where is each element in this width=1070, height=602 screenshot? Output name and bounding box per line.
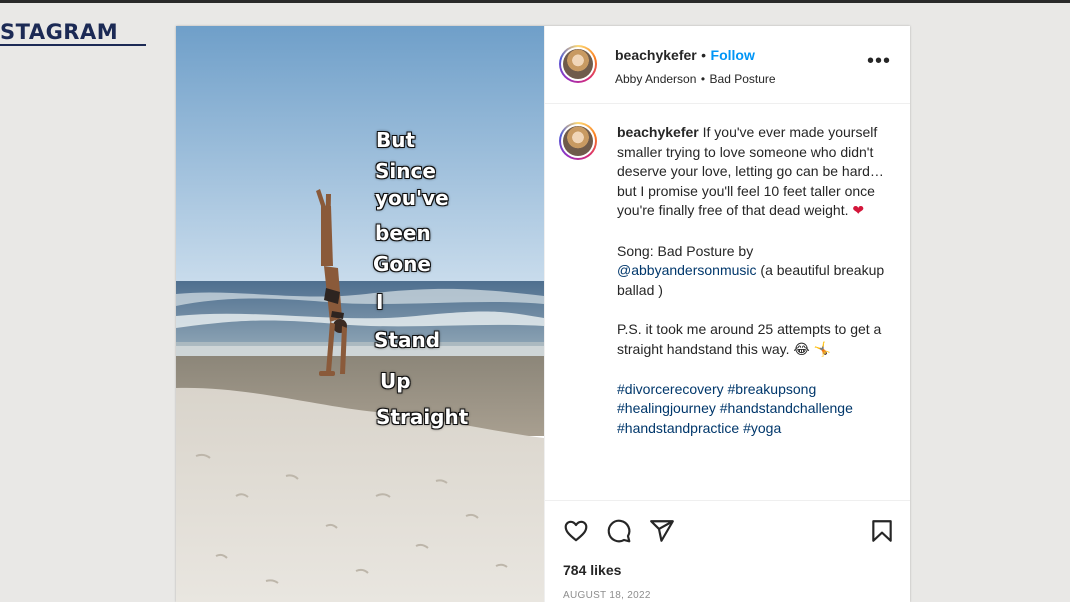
bookmark-icon[interactable] bbox=[869, 518, 895, 544]
hashtag-link[interactable]: #handstandpractice bbox=[617, 420, 739, 436]
post-media[interactable]: But Since you've been Gone I Stand Up St… bbox=[176, 26, 544, 602]
share-icon[interactable] bbox=[649, 518, 675, 544]
header-separator: • bbox=[701, 47, 707, 63]
post-header: beachykefer • Follow Abby Anderson • Bad… bbox=[545, 26, 910, 104]
beach-scene-image bbox=[176, 26, 544, 602]
caption-area: beachykefer If you've ever made yourself… bbox=[545, 104, 910, 500]
overlay-text-line: Up bbox=[380, 369, 411, 393]
ps-text: P.S. it took me around 25 attempts to ge… bbox=[617, 320, 882, 357]
header-user-row: beachykefer • Follow bbox=[615, 47, 755, 65]
overlay-text-line: But bbox=[376, 128, 416, 152]
hashtag-link[interactable]: #breakupsong bbox=[728, 381, 817, 397]
laughing-emoji: 😂 bbox=[793, 341, 810, 358]
caption-avatar[interactable] bbox=[559, 122, 597, 160]
avatar[interactable] bbox=[559, 45, 597, 83]
top-border bbox=[0, 0, 1070, 3]
header-username[interactable]: beachykefer bbox=[615, 47, 697, 63]
overlay-text-line: you've bbox=[375, 186, 449, 210]
follow-button[interactable]: Follow bbox=[711, 47, 755, 63]
hashtag-link[interactable]: #healingjourney bbox=[617, 400, 716, 416]
overlay-text-line: been bbox=[375, 221, 431, 245]
audio-separator: • bbox=[700, 72, 706, 86]
handstand-emoji: 🤸 bbox=[813, 341, 832, 358]
instagram-post: But Since you've been Gone I Stand Up St… bbox=[176, 26, 910, 602]
overlay-text-line: Since bbox=[375, 159, 436, 183]
brand-underline bbox=[0, 44, 146, 46]
post-sidebar: beachykefer • Follow Abby Anderson • Bad… bbox=[544, 26, 910, 602]
audio-title[interactable]: Bad Posture bbox=[710, 72, 776, 86]
song-prefix: Song: Bad Posture by bbox=[617, 242, 754, 259]
comment-icon[interactable] bbox=[606, 518, 632, 544]
likes-count[interactable]: 784 likes bbox=[563, 562, 621, 578]
hashtag-link[interactable]: #yoga bbox=[743, 420, 781, 436]
action-bar: 784 likes AUGUST 18, 2022 bbox=[545, 500, 910, 602]
caption-username[interactable]: beachykefer bbox=[617, 124, 699, 140]
audio-artist[interactable]: Abby Anderson bbox=[615, 72, 696, 86]
heart-icon[interactable] bbox=[563, 518, 589, 544]
overlay-text-line: I bbox=[376, 290, 384, 314]
overlay-text-line: Gone bbox=[373, 252, 431, 276]
overlay-text-line: Straight bbox=[376, 405, 469, 429]
post-date: AUGUST 18, 2022 bbox=[563, 590, 651, 601]
overlay-text-line: Stand bbox=[374, 328, 441, 352]
red-heart-emoji: ❤ bbox=[852, 203, 865, 220]
hashtag-link[interactable]: #divorcerecovery bbox=[617, 381, 724, 397]
hashtag-link[interactable]: #handstandchallenge bbox=[720, 400, 853, 416]
more-icon[interactable]: ••• bbox=[867, 50, 891, 73]
brand-logo-text: STAGRAM bbox=[0, 20, 119, 44]
song-mention-link[interactable]: @abbyandersonmusic bbox=[617, 262, 757, 278]
caption-text: beachykefer If you've ever made yourself… bbox=[617, 123, 892, 439]
header-audio-row: Abby Anderson • Bad Posture bbox=[615, 70, 776, 88]
